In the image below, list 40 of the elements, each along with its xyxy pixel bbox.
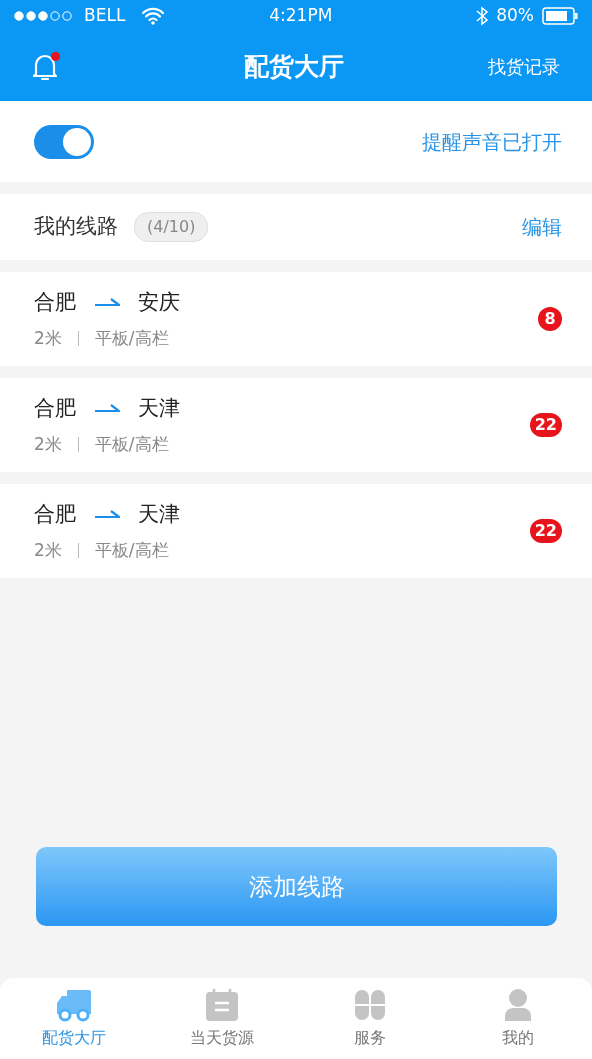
origin-city: 合肥 [34, 500, 76, 528]
count-badge: 22 [529, 413, 562, 437]
status-time: 4:21PM [268, 4, 334, 28]
truck-length: 2米 [34, 539, 62, 562]
edit-link[interactable]: 编辑 [522, 212, 562, 242]
truck-type: 平板/高栏 [94, 539, 169, 562]
route-item[interactable]: 合肥 天津 2米 平板/高栏 22 [0, 484, 592, 578]
battery-icon [542, 7, 578, 25]
history-link[interactable]: 找货记录 [488, 53, 560, 80]
grid-icon [353, 987, 387, 1022]
notification-bell-icon[interactable] [32, 51, 60, 82]
page-title: 配货大厅 [244, 50, 344, 83]
tab-item[interactable]: 配货大厅 [0, 986, 148, 1051]
origin-city: 合肥 [34, 394, 76, 422]
truck-length: 2米 [34, 327, 62, 350]
sound-toggle[interactable] [34, 124, 94, 159]
origin-city: 合肥 [34, 288, 76, 316]
section-title: 我的线路 [34, 213, 118, 241]
sound-status-text: 提醒声音已打开 [422, 128, 562, 156]
destination-city: 安庆 [138, 288, 180, 316]
destination-city: 天津 [138, 394, 180, 422]
route-item[interactable]: 合肥 天津 2米 平板/高栏 22 [0, 378, 592, 472]
battery-percent: 80% [496, 4, 534, 28]
truck-type: 平板/高栏 [94, 327, 169, 350]
person-icon [502, 987, 534, 1022]
bluetooth-icon [476, 6, 489, 26]
truck-length: 2米 [34, 433, 62, 456]
calendar-icon [204, 987, 240, 1022]
destination-city: 天津 [138, 500, 180, 528]
tab-item[interactable]: 当天货源 [148, 986, 296, 1051]
tab-item[interactable]: 服务 [296, 986, 444, 1051]
wifi-icon [141, 7, 166, 25]
route-item[interactable]: 合肥 安庆 2米 平板/高栏 8 [0, 272, 592, 366]
count-badge: 8 [538, 307, 562, 331]
route-count: (4/10) [134, 212, 209, 242]
tab-item[interactable]: 我的 [444, 986, 592, 1051]
truck-icon [55, 987, 93, 1022]
carrier-name: BELL [84, 4, 126, 28]
truck-type: 平板/高栏 [94, 433, 169, 456]
count-badge: 22 [529, 519, 562, 543]
